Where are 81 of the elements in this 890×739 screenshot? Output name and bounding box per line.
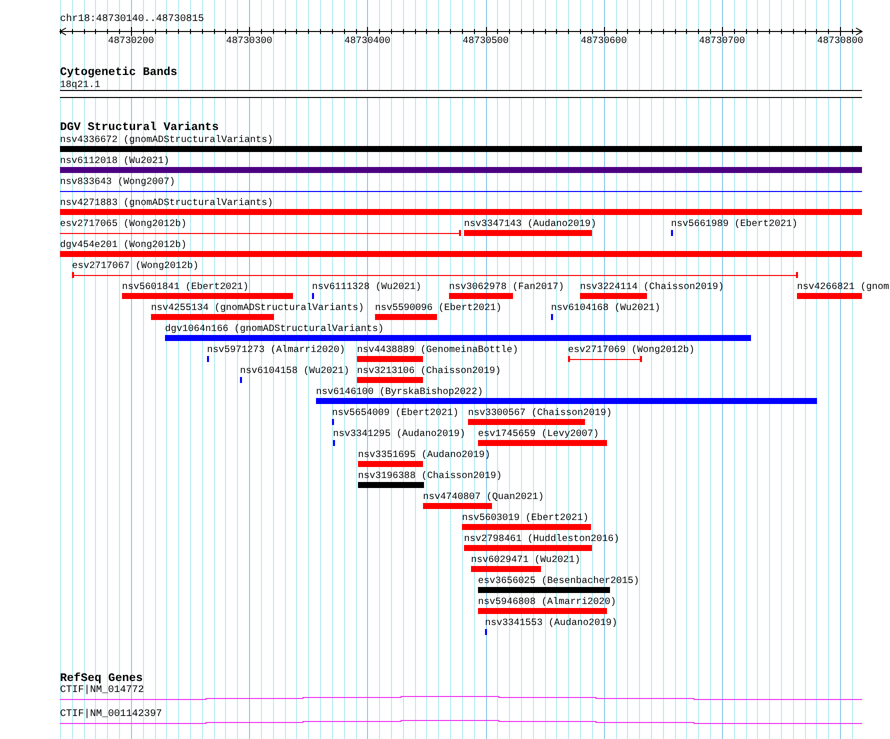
variant-label: nsv4740807 (Quan2021): [423, 492, 544, 502]
variant-label: nsv6104168 (Wu2021): [551, 303, 660, 313]
transcript-line[interactable]: [60, 720, 862, 724]
variant-label: nsv5661989 (Ebert2021): [671, 219, 798, 229]
variant-label: nsv3351695 (Audano2019): [358, 450, 490, 460]
variant-bar[interactable]: [478, 587, 610, 593]
variant-bar[interactable]: [357, 356, 423, 362]
variant-bar[interactable]: [165, 335, 751, 341]
variant-bar[interactable]: [60, 167, 862, 173]
variant-label: nsv6146100 (ByrskaBishop2022): [316, 387, 483, 397]
variant-label: nsv5946808 (Almarri2020): [478, 597, 616, 607]
transcript-label: CTIF|NM_001142397: [60, 710, 162, 720]
variant-label: esv3656025 (Besenbacher2015): [478, 576, 640, 586]
variant-label: nsv4438889 (GenomeinaBottle): [357, 345, 518, 355]
variant-bar[interactable]: [151, 314, 274, 320]
tick-label: 48730600: [580, 36, 627, 46]
variant-span-line[interactable]: [568, 356, 642, 362]
variant-label: nsv3224114 (Chaisson2019): [580, 282, 724, 292]
variant-bar[interactable]: [462, 524, 591, 530]
variant-label: nsv5601841 (Ebert2021): [122, 282, 249, 292]
variant-label: esv2717067 (Wong2012b): [72, 261, 199, 271]
location-label: chr18:48730140..48730815: [60, 14, 204, 26]
variant-bar[interactable]: [375, 314, 437, 320]
variant-bar[interactable]: [316, 398, 817, 404]
variant-label: nsv6112018 (Wu2021): [60, 156, 170, 166]
variant-bar[interactable]: [357, 377, 423, 383]
variant-bar[interactable]: [464, 545, 592, 551]
variant-bar[interactable]: [60, 251, 862, 257]
variant-label: nsv3347143 (Audano2019): [464, 219, 596, 229]
variant-bar[interactable]: [122, 293, 293, 299]
band-label: 18q21.1: [60, 80, 100, 90]
variant-bar[interactable]: [423, 503, 492, 509]
tick-label: 48730400: [344, 36, 390, 46]
track-title: RefSeq Genes: [60, 672, 143, 685]
variant-label: nsv5971273 (Almarri2020): [207, 345, 346, 355]
variant-label: esv2717065 (Wong2012b): [60, 219, 187, 229]
variant-label: nsv6104158 (Wu2021): [240, 366, 350, 376]
variant-label: nsv6111328 (Wu2021): [312, 282, 422, 292]
transcript-label: CTIF|NM_014772: [60, 686, 144, 696]
track-title: Cytogenetic Bands: [60, 66, 178, 80]
variant-label: nsv5603019 (Ebert2021): [462, 513, 589, 523]
variant-label: nsv833643 (Wong2007): [60, 177, 176, 187]
tick-label: 48730500: [462, 36, 509, 46]
tick-label: 48730800: [817, 36, 864, 46]
variant-label: esv1745659 (Levy2007): [478, 429, 599, 439]
variant-label: nsv4255134 (gnomADStructuralVariants): [151, 303, 364, 313]
variant-label: nsv2798461 (Huddleston2016): [464, 534, 620, 544]
tick-label: 48730700: [698, 36, 746, 46]
variant-bar[interactable]: [60, 209, 862, 215]
variant-label: nsv3196388 (Chaisson2019): [358, 471, 502, 481]
variant-label: nsv5590096 (Ebert2021): [375, 303, 502, 313]
variant-label: nsv5654009 (Ebert2021): [332, 408, 459, 418]
track-title: DGV Structural Variants: [60, 121, 219, 135]
variant-bar[interactable]: [580, 293, 647, 299]
variant-label: nsv3341553 (Audano2019): [485, 618, 618, 628]
variant-label: nsv4271883 (gnomADStructuralVariants): [60, 198, 274, 208]
variant-label: nsv6029471 (Wu2021): [471, 555, 580, 565]
variant-bar[interactable]: [358, 482, 424, 488]
variant-bar[interactable]: [358, 461, 423, 467]
variant-label: nsv3341295 (Audano2019): [333, 429, 466, 439]
tick-label: 48730200: [108, 36, 154, 46]
variant-label: dgv454e201 (Wong2012b): [60, 240, 187, 250]
variant-bar[interactable]: [449, 293, 513, 299]
transcript-line[interactable]: [60, 696, 862, 700]
variant-label: dgv1064n166 (gnomADStructuralVariants): [165, 324, 384, 334]
variant-span-line[interactable]: [60, 230, 461, 236]
variant-bar[interactable]: [797, 293, 862, 299]
variant-bar[interactable]: [478, 440, 607, 446]
variant-label: nsv3213106 (Chaisson2019): [357, 366, 501, 376]
variant-label: nsv3062978 (Fan2017): [449, 282, 564, 292]
variant-label: nsv4266821 (gnom: [797, 282, 890, 292]
variant-bar[interactable]: [468, 419, 585, 425]
variant-label: nsv4336672 (gnomADStructuralVariants): [60, 135, 274, 145]
variant-label: nsv3300567 (Chaisson2019): [468, 408, 612, 418]
variant-bar[interactable]: [471, 566, 541, 572]
tick-label: 48730300: [226, 36, 272, 46]
variant-bar[interactable]: [464, 230, 592, 236]
variant-span-line[interactable]: [72, 272, 798, 278]
variant-bar[interactable]: [60, 146, 862, 152]
variant-label: esv2717069 (Wong2012b): [568, 345, 695, 355]
variant-bar[interactable]: [478, 608, 607, 614]
